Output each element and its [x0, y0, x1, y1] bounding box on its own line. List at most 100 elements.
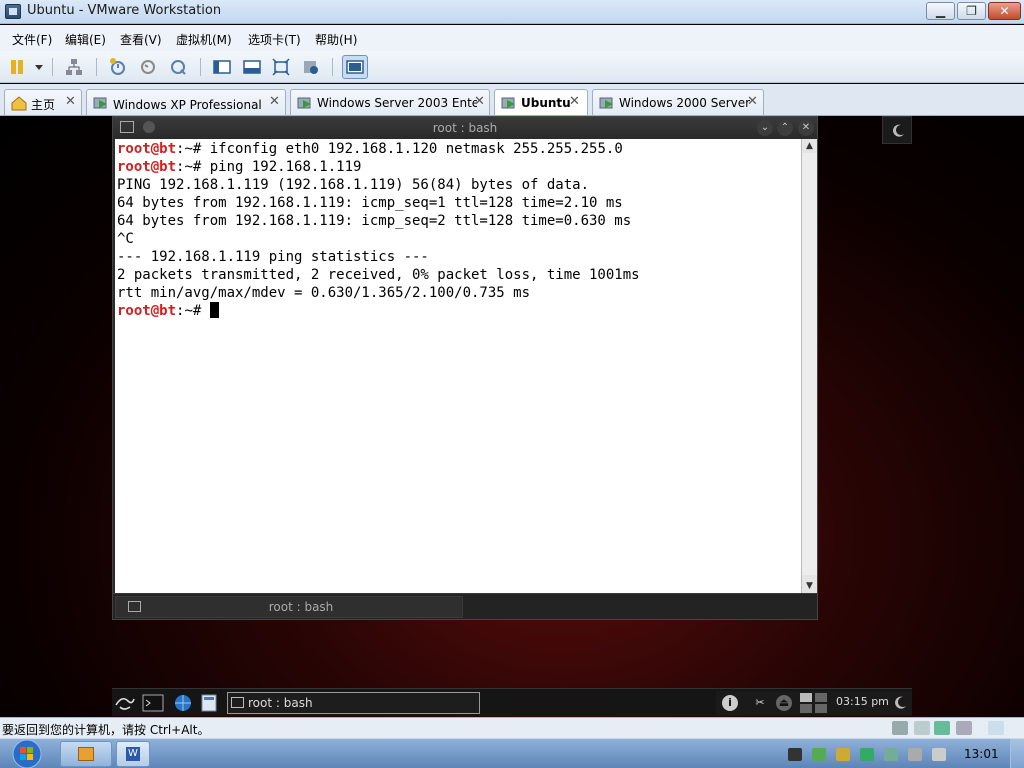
- chevron-down-icon[interactable]: ⌄: [757, 120, 773, 136]
- shield-icon[interactable]: [836, 748, 850, 761]
- chevron-up-icon[interactable]: ⌃: [777, 120, 793, 136]
- maximize-button[interactable]: ❐: [957, 2, 986, 20]
- terminal-window[interactable]: root : bash ⌄ ⌃ ✕ root@bt:~# ifconfig et…: [112, 116, 818, 620]
- workspace-switcher-icon[interactable]: [815, 693, 827, 702]
- menu-help[interactable]: 帮助(H): [315, 31, 357, 48]
- usb-icon[interactable]: [956, 721, 972, 735]
- chevron-down-icon[interactable]: [29, 57, 43, 77]
- terminal-tab[interactable]: root : bash: [115, 596, 463, 618]
- browser-icon[interactable]: [172, 693, 194, 713]
- eject-icon[interactable]: ⏏: [776, 695, 792, 711]
- tab-windows-server-2003[interactable]: Windows Server 2003 Enterpr… ✕: [290, 89, 490, 115]
- hard-disk-icon[interactable]: [892, 721, 908, 735]
- security-center-icon[interactable]: [860, 748, 874, 761]
- safety-remove-icon[interactable]: [884, 748, 898, 761]
- vmware-icon: [78, 747, 94, 761]
- close-icon[interactable]: ✕: [747, 94, 758, 109]
- tab-home[interactable]: 主页 ✕: [4, 89, 82, 115]
- message-log-icon[interactable]: [988, 721, 1004, 735]
- menu-edit[interactable]: 编辑(E): [65, 31, 106, 48]
- taskbar-word-button[interactable]: W: [116, 741, 150, 767]
- terminal-line[interactable]: root@bt:~#: [117, 302, 219, 320]
- moon-icon[interactable]: [892, 695, 908, 711]
- terminal-line: PING 192.168.1.119 (192.168.1.119) 56(84…: [117, 177, 590, 193]
- terminal-line: root@bt:~# ifconfig eth0 192.168.1.120 n…: [117, 140, 623, 158]
- menu-vm[interactable]: 虚拟机(M): [176, 31, 232, 48]
- fullscreen-icon[interactable]: [271, 57, 291, 77]
- scissors-icon[interactable]: ✂: [752, 695, 768, 711]
- close-icon[interactable]: ✕: [269, 94, 280, 109]
- menu-view[interactable]: 查看(V): [120, 31, 162, 48]
- battery-icon[interactable]: [812, 748, 826, 761]
- close-icon[interactable]: ✕: [569, 94, 580, 109]
- network-adapter-icon[interactable]: [934, 721, 950, 735]
- close-icon[interactable]: ✕: [65, 94, 76, 109]
- info-icon[interactable]: i: [722, 695, 738, 711]
- word-icon: W: [126, 747, 140, 761]
- vm-icon: [501, 97, 515, 109]
- vm-icon: [297, 97, 311, 109]
- vm-icon: [599, 97, 613, 109]
- tab-windows-2000-server[interactable]: Windows 2000 Server ✕: [592, 89, 764, 115]
- terminal-scrollbar[interactable]: ▲ ▼: [801, 139, 817, 593]
- terminal-output[interactable]: root@bt:~# ifconfig eth0 192.168.1.120 n…: [115, 139, 801, 593]
- prompt-suffix: :~#: [176, 141, 210, 157]
- workspace-switcher-icon[interactable]: [815, 704, 827, 713]
- volume-icon[interactable]: [932, 748, 946, 761]
- guest-clock[interactable]: 03:15 pm: [836, 695, 889, 708]
- close-icon[interactable]: ✕: [798, 120, 814, 136]
- windows-start-icon[interactable]: [8, 739, 46, 768]
- menu-file[interactable]: 文件(F): [12, 31, 52, 48]
- pause-icon[interactable]: [8, 57, 28, 77]
- minimize-button[interactable]: ▁: [926, 2, 955, 20]
- taskbar-vmware-button[interactable]: [60, 741, 112, 767]
- window-title: Ubuntu - VMware Workstation: [27, 3, 222, 18]
- quick-switch-icon[interactable]: [342, 55, 368, 79]
- show-desktop-button[interactable]: [1010, 739, 1024, 768]
- text-cursor: [209, 302, 219, 318]
- revert-snapshot-icon[interactable]: [138, 57, 158, 77]
- close-button[interactable]: ✕: [988, 2, 1021, 20]
- terminal-line: 64 bytes from 192.168.1.119: icmp_seq=2 …: [117, 213, 632, 229]
- tab-label: 主页: [31, 98, 56, 112]
- terminal-launcher-icon[interactable]: [142, 693, 164, 713]
- terminal-line: ^C: [117, 231, 134, 247]
- workspace-switcher-icon[interactable]: [800, 693, 812, 702]
- file-manager-icon[interactable]: [198, 693, 220, 713]
- workspace-switcher-icon[interactable]: [800, 704, 812, 713]
- scroll-track[interactable]: [802, 153, 817, 575]
- moon-icon: [893, 124, 904, 137]
- prompt-suffix: :~#: [176, 303, 210, 319]
- close-icon[interactable]: ✕: [474, 94, 485, 109]
- toolbar-separator: [52, 58, 53, 76]
- sidebar-toggle-icon[interactable]: [212, 57, 232, 77]
- terminal-line: rtt min/avg/max/mdev = 0.630/1.365/2.100…: [117, 285, 531, 301]
- windows-taskbar: W 13:01: [0, 738, 1024, 768]
- terminal-line: 2 packets transmitted, 2 received, 0% pa…: [117, 267, 640, 283]
- home-icon: [11, 96, 27, 111]
- network-status-icon[interactable]: [908, 748, 922, 761]
- guest-task-button[interactable]: root : bash: [227, 692, 480, 714]
- menu-tabs[interactable]: 选项卡(T): [248, 31, 301, 48]
- taskbar-clock[interactable]: 13:01: [964, 747, 999, 761]
- command-text: ifconfig eth0 192.168.1.120 netmask 255.…: [209, 141, 623, 157]
- tab-windows-xp[interactable]: Windows XP Professional（Te… ✕: [86, 89, 286, 115]
- tab-ubuntu[interactable]: Ubuntu ✕: [494, 89, 588, 115]
- unity-icon[interactable]: [301, 57, 321, 77]
- filmstrip-icon[interactable]: [788, 748, 802, 761]
- scroll-down-icon[interactable]: ▼: [802, 579, 817, 593]
- snapshot-icon[interactable]: [108, 57, 128, 77]
- vmware-app-icon: [5, 4, 21, 19]
- snapshot-manager-icon[interactable]: [168, 57, 188, 77]
- guest-task-label: root : bash: [248, 696, 313, 710]
- backtrack-dragon-icon[interactable]: [114, 693, 136, 713]
- tab-label: Windows Server 2003 Enterpr…: [317, 96, 477, 110]
- terminal-title: root : bash: [432, 121, 498, 135]
- guest-desktop[interactable]: root : bash ⌄ ⌃ ✕ root@bt:~# ifconfig et…: [0, 116, 1024, 717]
- console-view-icon[interactable]: [242, 57, 262, 77]
- scroll-up-icon[interactable]: ▲: [802, 139, 817, 153]
- toolbar: [0, 51, 1024, 83]
- terminal-line: 64 bytes from 192.168.1.119: icmp_seq=1 …: [117, 195, 623, 211]
- cd-drive-icon[interactable]: [914, 721, 930, 735]
- network-icon[interactable]: [64, 57, 84, 77]
